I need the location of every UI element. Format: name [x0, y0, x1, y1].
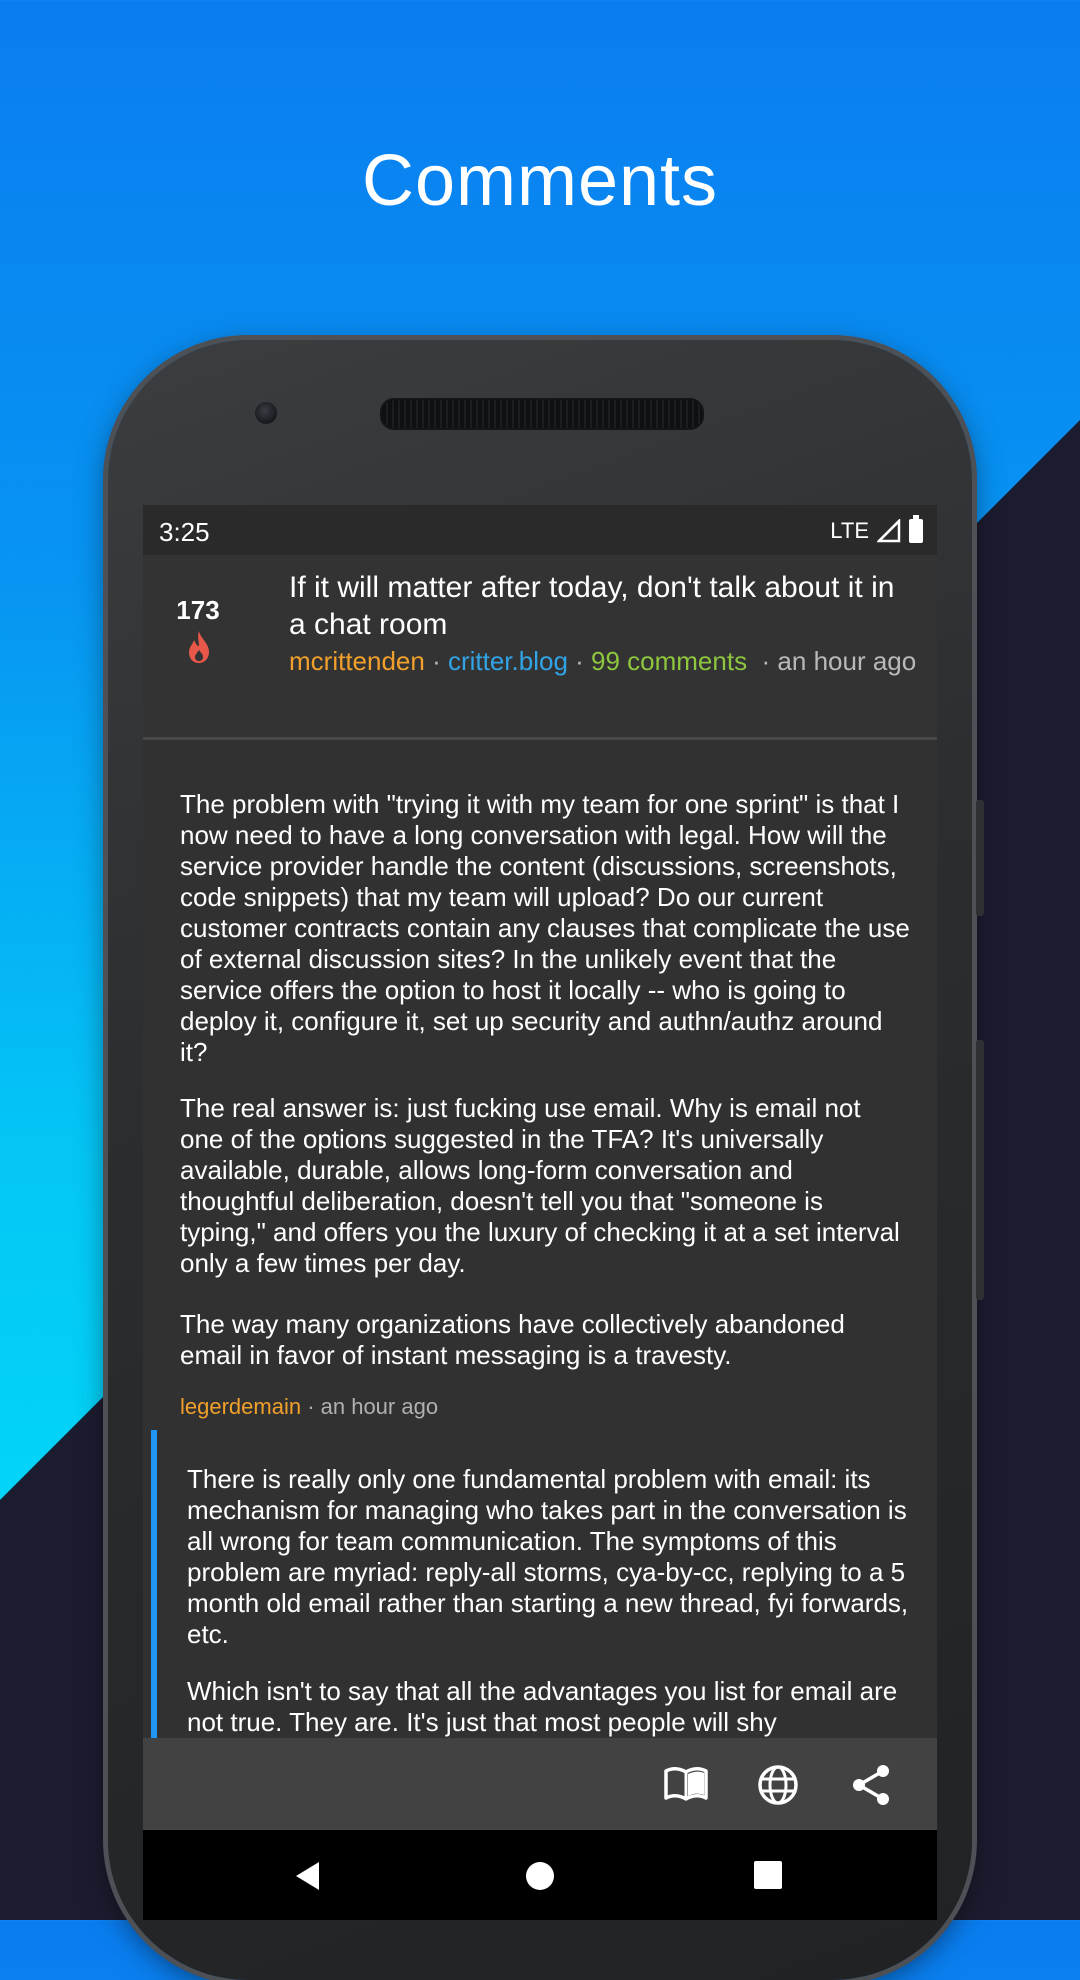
story-domain[interactable]: critter.blog — [448, 646, 568, 676]
share-icon[interactable] — [846, 1760, 896, 1810]
reply-thread-line — [151, 1430, 157, 1738]
volume-button — [976, 800, 984, 916]
comment-paragraph: The problem with "trying it with my team… — [180, 789, 910, 1067]
battery-icon — [909, 515, 923, 543]
story-title[interactable]: If it will matter after today, don't tal… — [289, 569, 919, 643]
bottom-toolbar — [143, 1738, 937, 1830]
network-label: LTE — [830, 518, 869, 543]
status-time: 3:25 — [159, 517, 210, 547]
story-time: · an hour ago — [761, 646, 917, 676]
home-icon[interactable] — [524, 1860, 556, 1892]
reply-paragraph: Which isn't to say that all the advantag… — [187, 1676, 898, 1737]
reply-paragraph: There is really only one fundamental pro… — [187, 1464, 909, 1649]
comment-list[interactable]: The problem with "trying it with my team… — [143, 740, 937, 1738]
story-author[interactable]: mcrittenden — [289, 646, 425, 676]
flame-icon — [189, 631, 209, 663]
comment-meta: legerdemain · an hour ago — [180, 1394, 438, 1420]
meta-separator: · — [424, 646, 448, 676]
comment-author[interactable]: legerdemain — [180, 1394, 301, 1419]
story-comment-count[interactable]: 99 comments — [591, 646, 747, 676]
status-icons: LTE — [830, 515, 923, 544]
power-button — [976, 1040, 984, 1300]
earpiece-speaker — [380, 398, 704, 430]
back-icon[interactable] — [293, 1860, 323, 1892]
app-screen: 3:25 LTE 173 If it will matter after tod… — [143, 505, 937, 1920]
system-nav-bar — [143, 1830, 937, 1920]
status-bar: 3:25 LTE — [143, 505, 937, 555]
story-meta: mcrittenden · critter.blog · 99 comments… — [289, 645, 919, 677]
story-header[interactable]: 173 If it will matter after today, don't… — [143, 555, 937, 740]
comment-paragraph: The real answer is: just fucking use ema… — [180, 1093, 900, 1278]
recents-icon[interactable] — [753, 1860, 783, 1890]
meta-separator: · — [567, 646, 592, 676]
comment-paragraph: The way many organizations have collecti… — [180, 1309, 845, 1370]
globe-icon[interactable] — [753, 1760, 803, 1810]
front-camera — [255, 402, 277, 424]
promo-headline: Comments — [361, 141, 719, 221]
story-score: 173 — [176, 595, 220, 625]
reader-icon[interactable] — [661, 1760, 711, 1810]
comment-time: · an hour ago — [301, 1394, 439, 1419]
signal-icon — [877, 519, 901, 543]
